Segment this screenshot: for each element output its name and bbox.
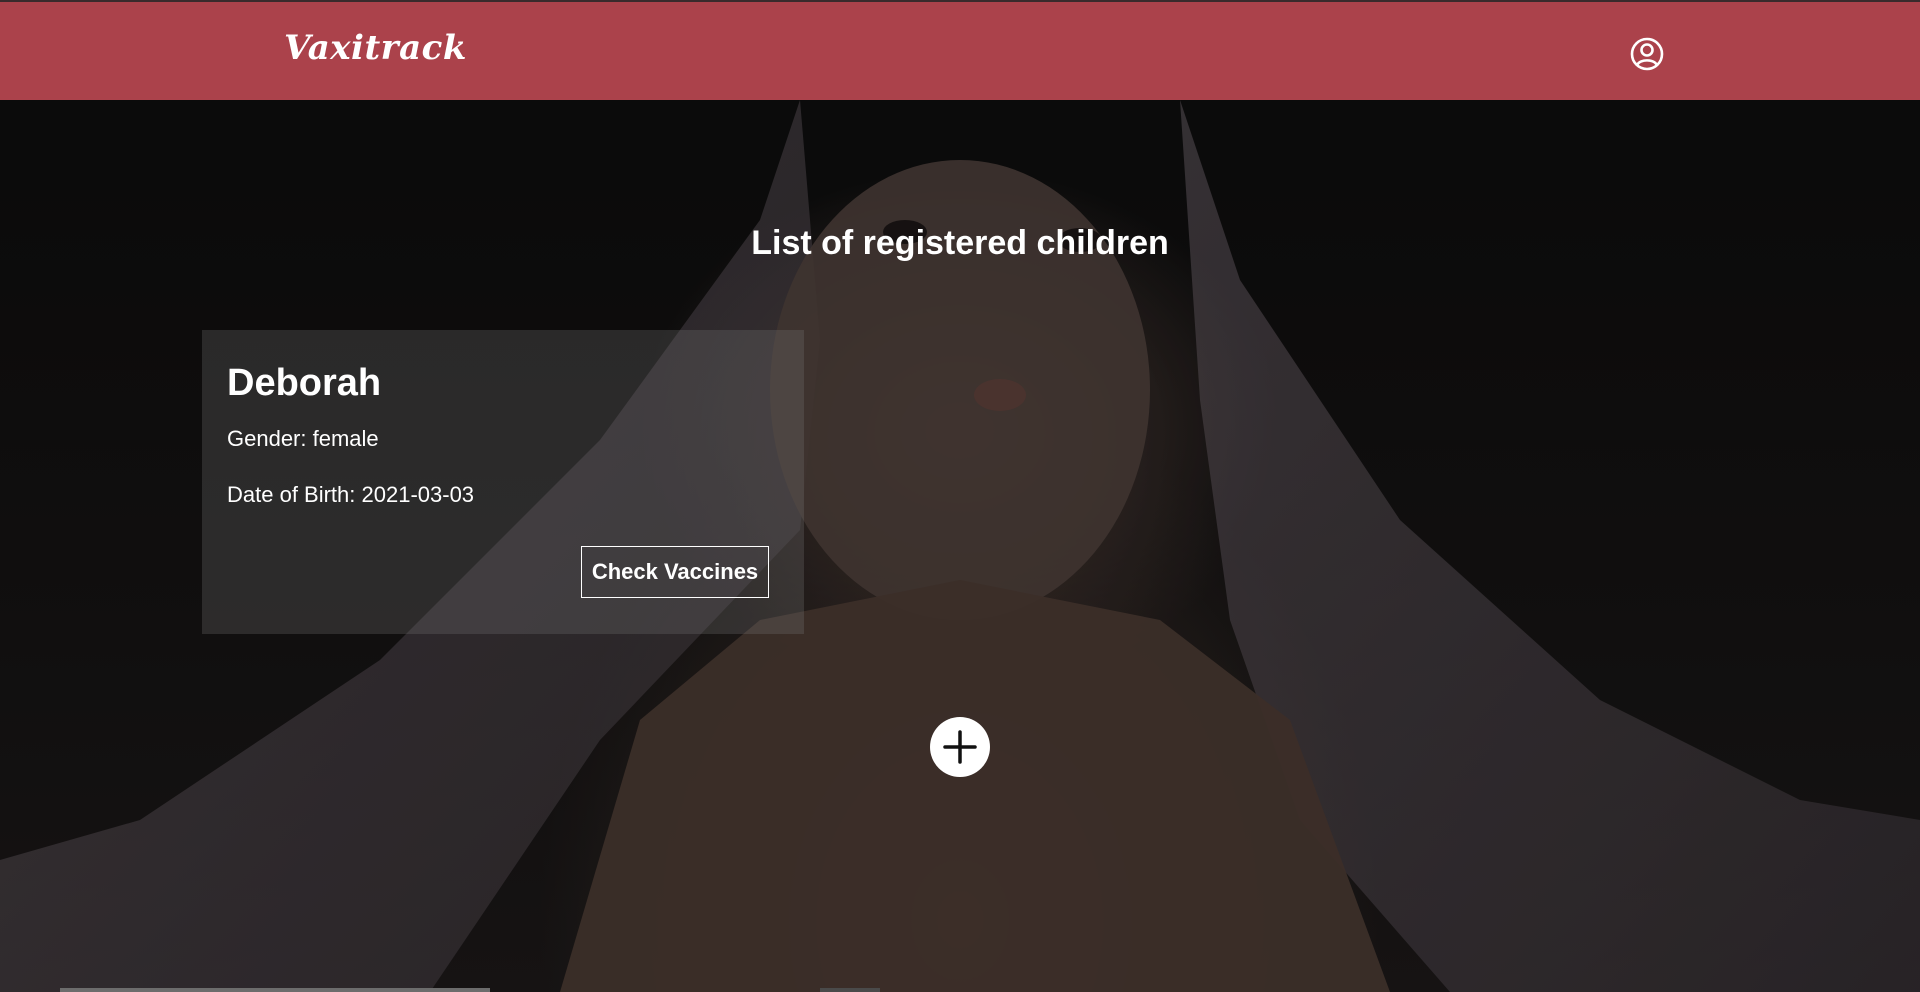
add-child-button[interactable] [930,717,990,777]
page-title: List of registered children [751,224,1169,262]
user-circle-icon [1630,37,1664,71]
child-card: Deborah Gender: female Date of Birth: 20… [202,330,804,634]
profile-button[interactable] [1629,36,1665,72]
hero-background: List of registered children Deborah Gend… [0,100,1920,992]
scrollbar-thumb[interactable] [60,988,490,992]
child-date-of-birth: Date of Birth: 2021-03-03 [227,482,475,507]
child-name: Deborah [227,362,382,404]
brand-logo[interactable]: Vaxitrack [284,28,467,68]
child-gender: Gender: female [227,426,379,451]
scrollbar-track-segment [820,988,880,992]
plus-icon [943,730,977,764]
check-vaccines-button[interactable]: Check Vaccines [581,546,769,598]
navbar: Vaxitrack [0,0,1920,100]
